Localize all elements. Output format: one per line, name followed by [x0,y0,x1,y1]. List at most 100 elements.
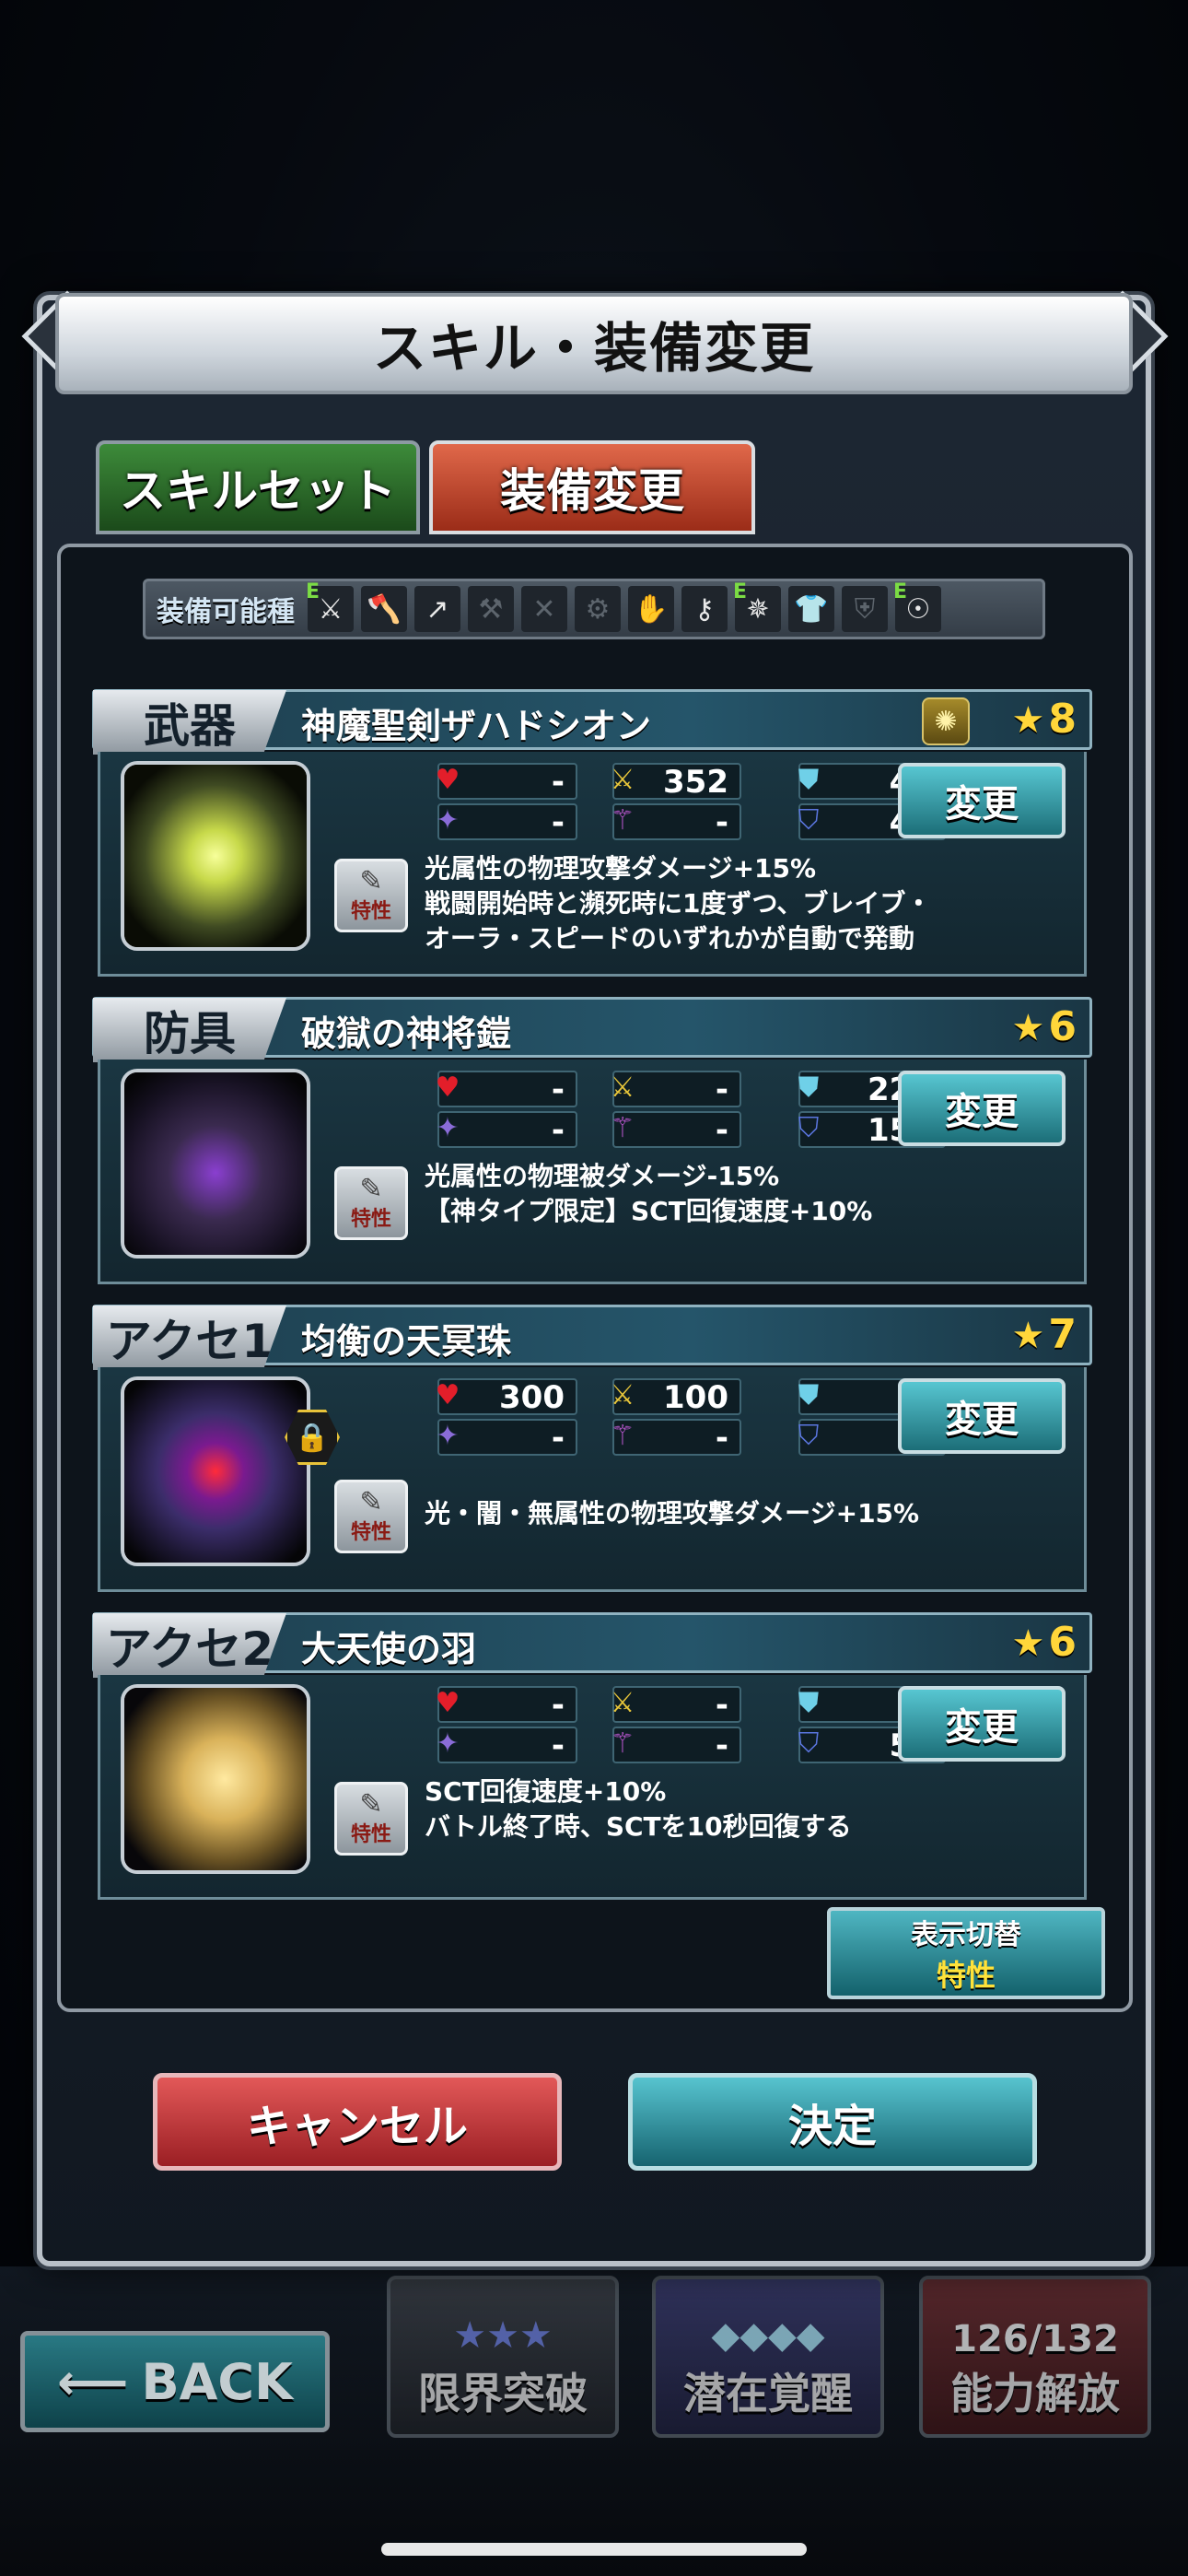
equipment-slot-label: 防具 [93,998,286,1062]
mp-stat: ✦ - [436,1727,577,1763]
equipment-card: アクセ2大天使の羽★6♥-⚔-⛊-✦-⚚-⛉50変更✎特性SCT回復速度+10%… [92,1612,1092,1905]
home-indicator [381,2543,807,2556]
attack-stat-value: - [715,1687,728,1724]
hp-stat-value: - [551,1687,565,1724]
trait-badge: 特性 [350,1521,391,1544]
magic-stat-icon: ⚚ [610,1112,635,1144]
change-button[interactable]: 変更 [898,763,1066,838]
rarity-value: 6 [1048,1619,1077,1666]
attack-stat-icon: ⚔ [610,1071,635,1104]
axe-icon: 🪓 [361,586,407,632]
tab-skill-set[interactable]: スキルセット [96,440,420,534]
defense-stat-icon: ⛊ [798,1071,820,1104]
cancel-label: キャンセル [246,2101,468,2152]
limit-break-button[interactable]: ★★★ 限界突破 [387,2276,619,2438]
heavy-armor-icon-glyph: ✵ [746,592,770,626]
equipment-header: 武器 神魔聖剣ザハドシオン ✺ ★8 [92,689,1092,755]
equippable-types-bar: 装備可能種 ⚔ E 🪓 ↗ ⚒ ✕ ⚙ ✋ ⚷ ✵ E 👕 ⛨ ☉ E [143,579,1045,639]
equipped-badge: E [733,580,748,603]
equipment-thumbnail[interactable] [121,1376,310,1566]
magic-defense-stat-icon: ⛉ [798,1112,820,1144]
attack-stat-value: - [715,1071,728,1108]
hammer-icon-glyph: ⚒ [478,592,504,626]
magic-stat-value: - [715,1420,728,1457]
change-button[interactable]: 変更 [898,1686,1066,1762]
equipment-body: ♥-⚔352⛊48✦-⚚-⛉48変更✎特性光属性の物理攻撃ダメージ+15%戦闘開… [98,752,1087,977]
cancel-button[interactable]: キャンセル [153,2073,562,2171]
display-toggle-mode: 特性 [936,1958,996,1993]
back-button[interactable]: ⟵ BACK [20,2331,330,2432]
display-toggle-button[interactable]: 表示切替 特性 [827,1907,1105,1999]
equipment-name: 破獄の神将鎧 [301,1013,512,1054]
axe-icon-glyph: 🪓 [367,592,402,626]
quill-icon: ✎ [359,1486,383,1518]
equipment-body: ♥-⚔-⛊-✦-⚚-⛉50変更✎特性SCT回復速度+10%バトル終了時、SCTを… [98,1675,1087,1900]
star-icon: ★ [1011,699,1045,742]
tab-equipment-change[interactable]: 装備変更 [429,440,755,534]
robe-icon-glyph: ⛨ [854,592,876,626]
equipment-art [124,1380,307,1563]
gauntlet-icon: ✋ [628,586,674,632]
magic-stat-value: - [715,804,728,841]
ability-release-label: 能力解放 [950,2369,1120,2418]
rarity-value: 7 [1048,1311,1077,1358]
hp-stat-value: - [551,1071,565,1108]
dialog-title: スキル・装備変更 [372,317,815,380]
defense-stat-icon: ⛊ [798,1687,820,1719]
staff-icon: ⚷ [681,586,728,632]
ability-release-button[interactable]: 126/132 能力解放 [919,2276,1151,2438]
trait-badge: 特性 [350,1823,391,1846]
light-armor-icon: 👕 [788,586,834,632]
mp-stat: ✦ - [436,1111,577,1148]
equippable-types-label: 装備可能種 [157,596,295,628]
awakening-button[interactable]: ◆◆◆◆ 潜在覚醒 [652,2276,884,2438]
equipment-slot-label: 武器 [93,690,286,755]
rarity: ★7 [1012,1311,1077,1358]
trait-text: バトル終了時、SCTを10秒回復する [425,1811,852,1842]
equipment-card: アクセ1均衡の天冥珠★7🔒♥300⚔100⛊-✦-⚚-⛉-変更✎特性光・闇・無属… [92,1305,1092,1598]
quill-icon: ✎ [359,865,383,897]
star-icon: ★ [1011,1315,1045,1357]
defense-stat-icon: ⛊ [798,764,820,796]
dual-blade-icon: ✕ [521,586,567,632]
quill-icon: ✎ [359,1788,383,1821]
trait-icon[interactable]: ✎ 特性 [334,1166,408,1240]
rarity-value: 6 [1048,1003,1077,1050]
equipped-badge: E [893,580,908,603]
attack-stat-icon: ⚔ [610,764,635,796]
trait-icon[interactable]: ✎ 特性 [334,1480,408,1553]
rarity-value: 8 [1048,696,1077,743]
trait-icon[interactable]: ✎ 特性 [334,859,408,932]
equipment-thumbnail[interactable] [121,1069,310,1259]
equipment-thumbnail[interactable] [121,761,310,951]
robe-icon: ⛨ [842,586,888,632]
trait-text: 光・闇・無属性の物理攻撃ダメージ+15% [425,1498,920,1528]
hp-stat-icon: ♥ [435,1687,460,1719]
back-arrow-icon: ⟵ [57,2352,129,2411]
confirm-button[interactable]: 決定 [628,2073,1037,2171]
trait-text: 光属性の物理被ダメージ-15% [425,1161,780,1191]
trait-badge: 特性 [350,900,391,923]
mp-stat: ✦ - [436,803,577,840]
back-label: BACK [141,2352,293,2411]
hp-stat: ♥ 300 [436,1378,577,1415]
trait-icon[interactable]: ✎ 特性 [334,1782,408,1856]
magic-stat-value: - [715,1727,728,1764]
magic-defense-stat-icon: ⛉ [798,1727,820,1760]
equipment-thumbnail[interactable] [121,1684,310,1874]
equipment-art [124,765,307,947]
equipment-name: 大天使の羽 [301,1629,477,1669]
quill-icon: ✎ [359,1173,383,1205]
trait-text: オーラ・スピードのいずれかが自動で発動 [425,923,915,954]
trait-text: 戦闘開始時と瀕死時に1度ずつ、ブレイブ・ [425,888,932,919]
attack-stat-icon: ⚔ [610,1379,635,1411]
change-label: 変更 [945,1091,1019,1133]
change-button[interactable]: 変更 [898,1378,1066,1454]
equipment-name: 神魔聖剣ザハドシオン [301,706,652,746]
change-button[interactable]: 変更 [898,1071,1066,1146]
magic-stat: ⚚ - [611,1727,741,1764]
trait-text: SCT回復速度+10% [425,1776,667,1807]
equipment-body: 🔒♥300⚔100⛊-✦-⚚-⛉-変更✎特性光・闇・無属性の物理攻撃ダメージ+1… [98,1367,1087,1592]
dialog-title-bar: スキル・装備変更 [55,293,1133,394]
equipment-art [124,1688,307,1870]
